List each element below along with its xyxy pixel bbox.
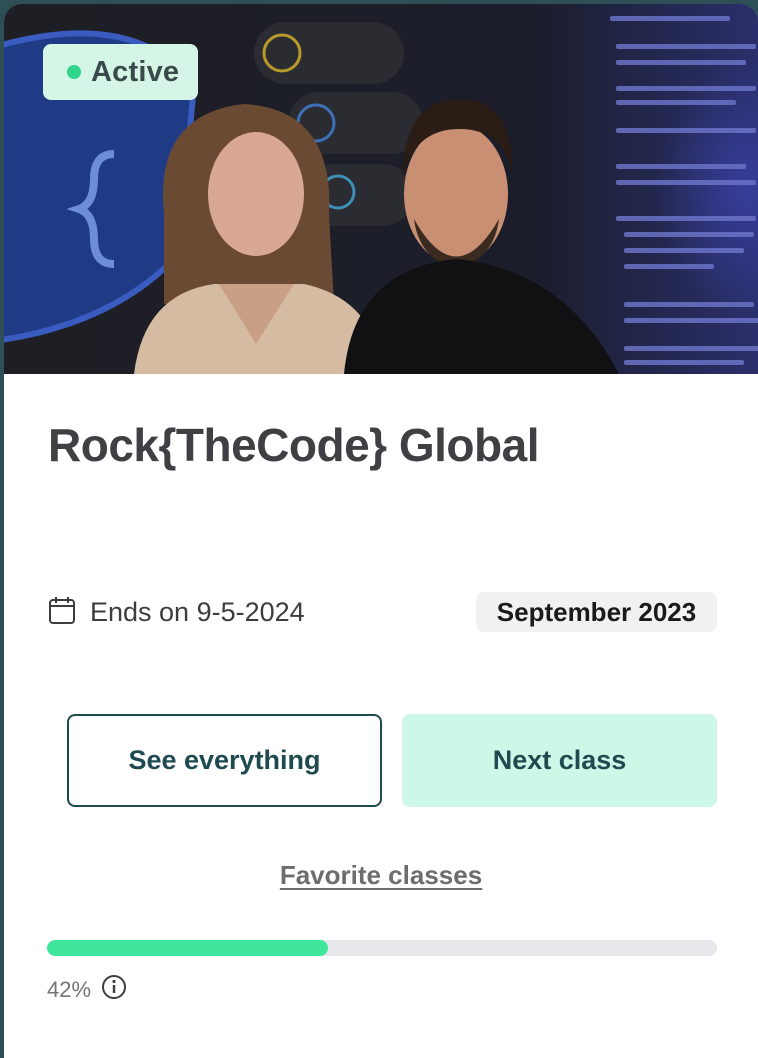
course-card[interactable]: Active Rock{TheCode} Global Ends on 9-5-… — [4, 4, 758, 1058]
status-dot-icon — [67, 65, 81, 79]
next-class-button[interactable]: Next class — [402, 714, 717, 807]
favorite-classes-row: Favorite classes — [4, 860, 758, 891]
progress-bar-fill — [47, 940, 329, 956]
progress-percent: 42% — [47, 976, 92, 1002]
end-date-label: Ends on 9-5-2024 — [90, 596, 305, 627]
info-icon[interactable] — [101, 974, 127, 1005]
course-end-date: Ends on 9-5-2024 — [48, 596, 305, 628]
status-badge: Active — [43, 44, 198, 100]
course-title: Rock{TheCode} Global — [48, 419, 539, 471]
calendar-icon — [48, 595, 76, 630]
progress-meta: 42% — [47, 974, 127, 1005]
favorite-classes-link[interactable]: Favorite classes — [280, 860, 482, 890]
progress-bar — [47, 940, 717, 956]
status-badge-label: Active — [91, 55, 180, 88]
see-everything-button[interactable]: See everything — [67, 714, 382, 807]
cohort-badge: September 2023 — [476, 592, 717, 632]
